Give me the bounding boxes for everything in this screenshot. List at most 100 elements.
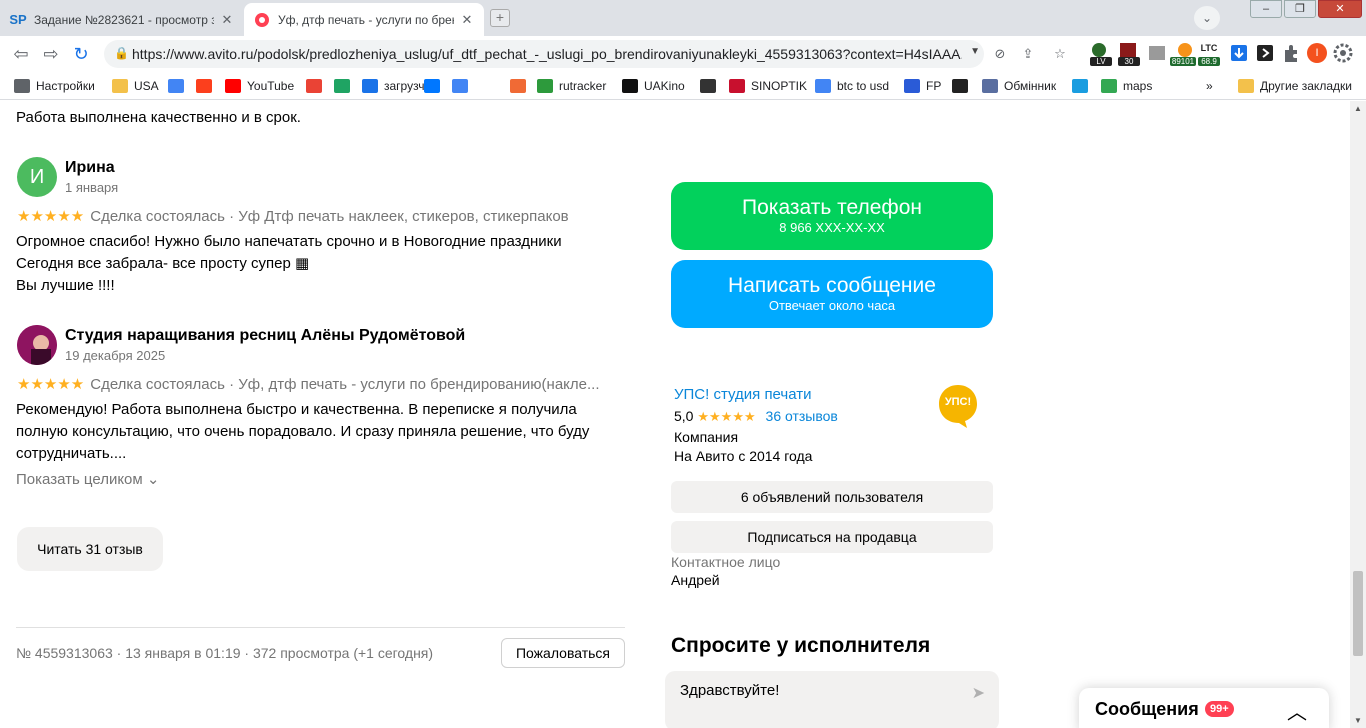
show-full-link[interactable]: Показать целиком ⌄ <box>16 469 159 491</box>
review-deal: ★★★★★ Сделка состоялась · Уф Дтф печать н… <box>17 207 627 225</box>
ext-bitcoin-icon[interactable]: 89101 <box>1170 42 1196 66</box>
rating-stars-icon: ★★★★★ <box>17 208 85 225</box>
tab-task[interactable]: SP Задание №2823621 - просмотр з ✕ <box>0 3 244 36</box>
seller-logo[interactable]: УПС! <box>937 382 979 430</box>
ext-30-icon[interactable]: 30 <box>1118 42 1140 66</box>
page-content: Работа выполнена качественно и в срок. И… <box>0 101 1350 728</box>
bookmark-star-icon[interactable]: ☆ <box>1050 44 1070 64</box>
ext-ltc-icon[interactable]: LTC 68.9 <box>1198 42 1220 66</box>
close-tab-icon[interactable]: ✕ <box>220 12 234 28</box>
maximize-icon[interactable]: ❐ <box>1284 0 1316 18</box>
bookmark-label: SINOPTIK <box>751 79 808 93</box>
seller-since: На Авито с 2014 года <box>674 448 813 464</box>
bookmark-label: Другие закладки <box>1260 79 1352 93</box>
show-phone-button[interactable]: Показать телефон 8 966 XXX-XX-XX <box>671 182 993 250</box>
url-text[interactable]: https://www.avito.ru/podolsk/predlozheni… <box>132 46 962 62</box>
new-tab-button[interactable]: + <box>490 9 510 27</box>
message-input-value[interactable]: Здравствуйте! <box>680 682 779 699</box>
scroll-down-icon[interactable]: ▼ <box>1354 716 1362 725</box>
tab-search-icon[interactable]: ⌄ <box>1194 6 1220 30</box>
browser-toolbar: ⇦ ⇨ ↻ 🔒 https://www.avito.ru/podolsk/pre… <box>0 36 1366 72</box>
messenger-title: Сообщения <box>1095 699 1199 719</box>
message-input[interactable]: Здравствуйте! ➤ <box>665 671 999 728</box>
contact-name: Андрей <box>671 572 720 588</box>
bookmark-item[interactable] <box>952 78 974 94</box>
rating-value: 5,0 <box>674 408 694 424</box>
bookmark-item[interactable] <box>424 78 446 94</box>
profile-avatar[interactable]: I <box>1306 42 1328 66</box>
tab-avito[interactable]: Уф, дтф печать - услуги по бренди ✕ <box>244 3 484 36</box>
bookmark-item[interactable]: YouTube <box>225 78 294 94</box>
close-tab-icon[interactable]: ✕ <box>460 12 474 28</box>
reviews-count-link[interactable]: 36 отзывов <box>766 408 838 424</box>
spark-icon <box>1072 79 1088 93</box>
reload-icon[interactable]: ↻ <box>70 43 92 65</box>
back-icon[interactable]: ⇦ <box>10 43 32 65</box>
page-scrollbar[interactable]: ▲ ▼ <box>1350 101 1366 728</box>
messenger-panel[interactable]: Сообщения 99+ ︿ <box>1079 688 1329 728</box>
tab-strip: SP Задание №2823621 - просмотр з ✕ Уф, д… <box>0 0 1366 36</box>
unread-badge: 99+ <box>1205 701 1234 717</box>
bookmark-item[interactable] <box>700 78 722 94</box>
write-message-label: Написать сообщение <box>728 274 936 297</box>
subscribe-button[interactable]: Подписаться на продавца <box>671 521 993 553</box>
bookmark-item[interactable] <box>1072 78 1094 94</box>
bookmark-item[interactable]: maps <box>1101 78 1152 94</box>
dropdown-caret-icon[interactable]: ▼ <box>970 46 980 57</box>
f-icon <box>510 79 526 93</box>
bookmark-item[interactable] <box>306 78 328 94</box>
bookmark-label: rutracker <box>559 79 607 93</box>
logo-text: УПС! <box>944 396 972 408</box>
more-bookmarks-icon[interactable]: » <box>1206 78 1213 94</box>
deal-text: Сделка состоялась · Уф, дтф печать - усл… <box>90 376 600 393</box>
divider <box>16 627 625 628</box>
close-window-icon[interactable]: ✕ <box>1318 0 1362 18</box>
ext-download-icon[interactable] <box>1228 42 1250 66</box>
bookmark-item[interactable] <box>452 78 474 94</box>
review-date: 19 декабря 2025 <box>65 348 166 363</box>
avatar: И <box>17 157 57 197</box>
bookmark-item[interactable] <box>334 78 356 94</box>
read-all-reviews-button[interactable]: Читать 31 отзыв <box>17 527 163 571</box>
bookmark-item[interactable]: FP <box>904 78 941 94</box>
bookmark-item[interactable] <box>510 78 532 94</box>
bookmark-item[interactable]: UAKino <box>622 78 685 94</box>
complain-button[interactable]: Пожаловаться <box>501 638 625 668</box>
bottle-icon <box>700 79 716 93</box>
seller-rating: 5,0 ★★★★★ 36 отзывов <box>674 408 838 425</box>
bookmark-item[interactable]: Настройки <box>14 78 95 94</box>
extensions-puzzle-icon[interactable] <box>1280 42 1302 66</box>
other-bookmarks-folder[interactable]: Другие закладки <box>1238 78 1352 94</box>
infinity-icon <box>362 79 378 93</box>
ext-box-icon[interactable] <box>1146 42 1168 66</box>
share-icon[interactable]: ⇪ <box>1018 44 1038 64</box>
rating-stars-icon: ★★★★★ <box>17 376 85 393</box>
bookmark-item[interactable]: Обмінник <box>982 78 1056 94</box>
bookmark-item[interactable]: rutracker <box>537 78 606 94</box>
send-icon[interactable]: ➤ <box>972 683 985 703</box>
sinoptik-icon <box>729 79 745 93</box>
forward-icon[interactable]: ⇨ <box>40 43 62 65</box>
address-bar[interactable]: 🔒 https://www.avito.ru/podolsk/predlozhe… <box>104 40 984 68</box>
write-message-button[interactable]: Написать сообщение Отвечает около часа <box>671 260 993 328</box>
ext-dark-icon[interactable] <box>1254 42 1276 66</box>
bookmark-item[interactable]: btc to usd <box>815 78 889 94</box>
ext-lv-icon[interactable]: LV <box>1090 42 1112 66</box>
minimize-icon[interactable]: – <box>1250 0 1282 18</box>
review-text-line: Вы лучшие !!!! <box>16 277 115 294</box>
user-listings-button[interactable]: 6 объявлений пользователя <box>671 481 993 513</box>
maps-icon <box>1101 79 1117 93</box>
camera-blocked-icon[interactable]: ⊘ <box>990 44 1010 64</box>
bookmark-item[interactable]: USA <box>112 78 159 94</box>
bookmark-item[interactable] <box>196 78 218 94</box>
sp-favicon-icon: SP <box>9 12 27 27</box>
settings-gear-icon[interactable] <box>1332 42 1354 66</box>
bookmark-item[interactable] <box>168 78 190 94</box>
scroll-up-icon[interactable]: ▲ <box>1354 104 1362 113</box>
seller-name-link[interactable]: УПС! студия печати <box>674 386 811 403</box>
chevron-up-icon[interactable]: ︿ <box>1287 696 1307 725</box>
folder-icon <box>112 79 128 93</box>
bookmark-item[interactable]: SINOPTIK <box>729 78 807 94</box>
fp-icon <box>904 79 920 93</box>
scrollbar-thumb[interactable] <box>1353 571 1363 656</box>
